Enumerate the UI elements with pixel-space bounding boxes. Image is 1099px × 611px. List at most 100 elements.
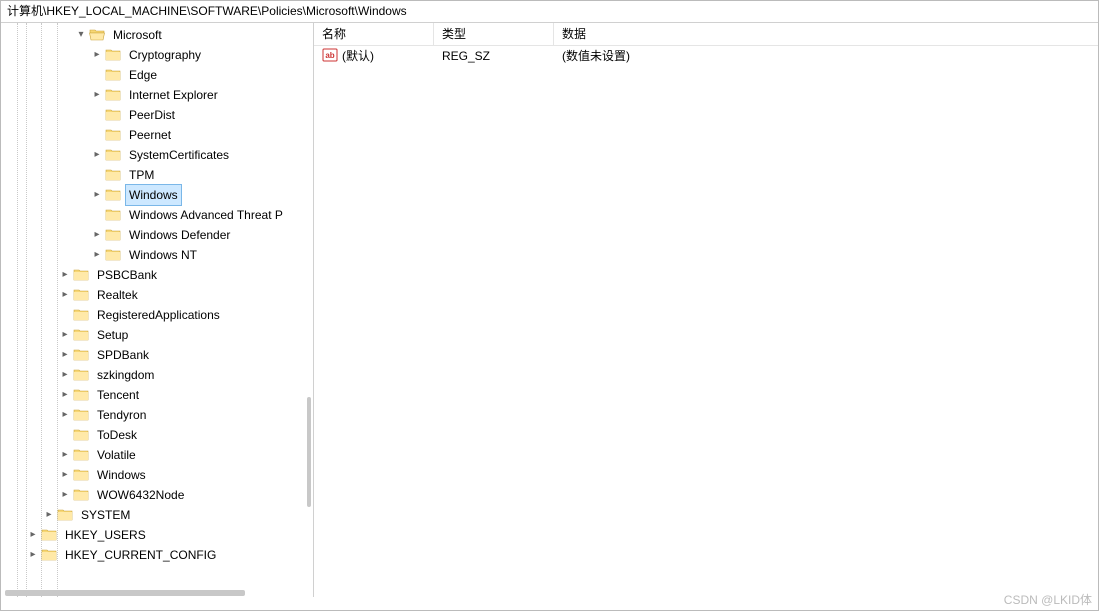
twisty-icon[interactable] [59,445,71,465]
string-value-icon: ab [322,47,338,63]
column-data[interactable]: 数据 [554,23,854,45]
tree-item[interactable]: Windows NT [1,245,313,265]
folder-icon [73,427,89,443]
tree-item-label: Windows [125,184,182,206]
folder-icon [105,167,121,183]
twisty-icon[interactable] [91,245,103,265]
tree-item[interactable]: Microsoft [1,25,313,45]
tree-item[interactable]: Tendyron [1,405,313,425]
values-list[interactable]: ab(默认)REG_SZ(数值未设置) [314,46,1098,66]
twisty-icon[interactable] [27,545,39,565]
tree-item[interactable]: Peernet [1,125,313,145]
tree-item[interactable]: szkingdom [1,365,313,385]
regedit-window: { "address_bar": "计算机\\HKEY_LOCAL_MACHIN… [0,0,1099,611]
tree-item[interactable]: HKEY_CURRENT_CONFIG [1,545,313,565]
tree-item-label: Windows NT [125,244,201,266]
tree-vertical-scrollbar[interactable] [307,397,311,507]
address-bar[interactable]: 计算机\HKEY_LOCAL_MACHINE\SOFTWARE\Policies… [1,1,1098,23]
tree-item-label: SystemCertificates [125,144,233,166]
tree-item[interactable]: SPDBank [1,345,313,365]
folder-icon [73,267,89,283]
twisty-icon[interactable] [59,485,71,505]
twisty-icon[interactable] [27,525,39,545]
tree-item-label: Microsoft [109,24,166,46]
folder-icon [89,27,105,43]
tree-item[interactable]: Realtek [1,285,313,305]
tree-item[interactable]: HKEY_USERS [1,525,313,545]
twisty-icon[interactable] [59,385,71,405]
tree-item-label: Tendyron [93,404,150,426]
folder-icon [105,107,121,123]
twisty-icon[interactable] [91,145,103,165]
tree-item[interactable]: Setup [1,325,313,345]
tree-pane: MicrosoftCryptographyEdgeInternet Explor… [1,23,314,597]
tree-item[interactable]: SystemCertificates [1,145,313,165]
folder-icon [73,447,89,463]
tree-item-label: Windows Advanced Threat P [125,204,287,226]
tree-item-label: Cryptography [125,44,205,66]
tree-item-label: Edge [125,64,161,86]
tree-item[interactable]: Cryptography [1,45,313,65]
twisty-icon[interactable] [59,345,71,365]
registry-tree[interactable]: MicrosoftCryptographyEdgeInternet Explor… [1,23,313,567]
twisty-icon[interactable] [91,85,103,105]
tree-item-label: HKEY_CURRENT_CONFIG [61,544,220,566]
tree-item[interactable]: RegisteredApplications [1,305,313,325]
tree-item[interactable]: PSBCBank [1,265,313,285]
tree-item[interactable]: SYSTEM [1,505,313,525]
tree-item[interactable]: Edge [1,65,313,85]
tree-item[interactable]: Windows [1,185,313,205]
twisty-icon[interactable] [91,185,103,205]
folder-icon [73,287,89,303]
values-header[interactable]: 名称 类型 数据 [314,23,1098,46]
tree-item[interactable]: Internet Explorer [1,85,313,105]
value-data-cell: (数值未设置) [554,46,854,66]
svg-text:ab: ab [325,51,334,60]
tree-item[interactable]: TPM [1,165,313,185]
folder-icon [105,67,121,83]
column-name[interactable]: 名称 [314,23,434,45]
folder-icon [73,487,89,503]
tree-item[interactable]: Windows Defender [1,225,313,245]
tree-item-label: WOW6432Node [93,484,188,506]
tree-item[interactable]: WOW6432Node [1,485,313,505]
folder-icon [105,87,121,103]
tree-item-label: RegisteredApplications [93,304,224,326]
twisty-icon[interactable] [59,465,71,485]
tree-item-label: Volatile [93,444,140,466]
tree-item[interactable]: ToDesk [1,425,313,445]
tree-item[interactable]: Windows [1,465,313,485]
footer-spacer [1,597,1098,611]
twisty-icon[interactable] [59,285,71,305]
tree-item-label: Windows [93,464,150,486]
twisty-icon[interactable] [91,225,103,245]
folder-icon [73,347,89,363]
values-pane: 名称 类型 数据 ab(默认)REG_SZ(数值未设置) [314,23,1098,597]
twisty-icon[interactable] [43,505,55,525]
tree-item-label: Tencent [93,384,143,406]
folder-icon [73,467,89,483]
tree-item-label: Peernet [125,124,175,146]
tree-item-label: SYSTEM [77,504,134,526]
tree-item-label: PeerDist [125,104,179,126]
tree-item-label: Setup [93,324,132,346]
tree-item-label: szkingdom [93,364,158,386]
folder-icon [105,127,121,143]
column-type[interactable]: 类型 [434,23,554,45]
tree-item-label: HKEY_USERS [61,524,150,546]
twisty-icon[interactable] [91,45,103,65]
tree-item[interactable]: PeerDist [1,105,313,125]
twisty-icon[interactable] [59,325,71,345]
values-row[interactable]: ab(默认)REG_SZ(数值未设置) [314,46,1098,66]
tree-item[interactable]: Tencent [1,385,313,405]
twisty-icon[interactable] [75,25,87,45]
twisty-icon[interactable] [59,265,71,285]
tree-horizontal-scrollbar[interactable] [5,590,245,596]
twisty-icon[interactable] [59,405,71,425]
folder-icon [41,547,57,563]
tree-item[interactable]: Volatile [1,445,313,465]
split-container: MicrosoftCryptographyEdgeInternet Explor… [1,23,1098,597]
tree-item[interactable]: Windows Advanced Threat P [1,205,313,225]
twisty-icon[interactable] [59,365,71,385]
folder-icon [57,507,73,523]
